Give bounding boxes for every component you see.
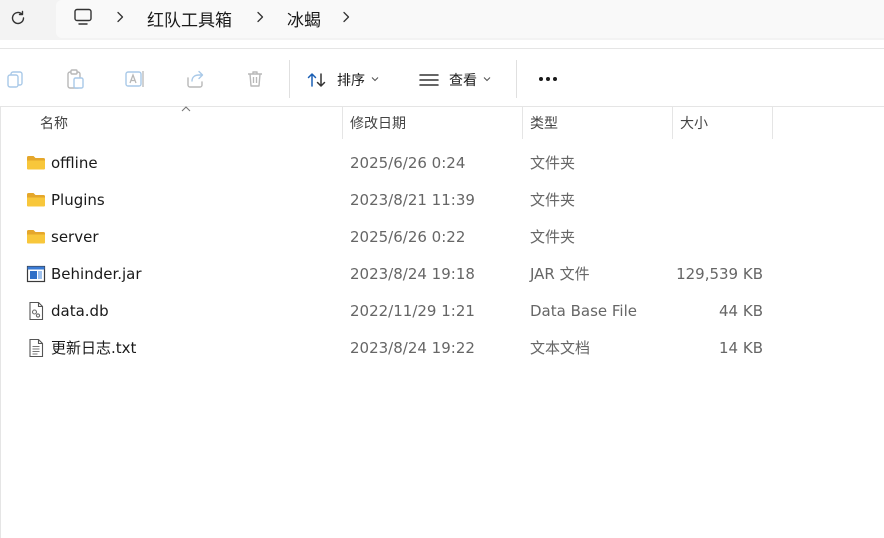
column-type[interactable]: 类型 [530, 107, 670, 139]
file-date: 2025/6/26 0:22 [350, 227, 466, 246]
file-type: 文件夹 [530, 191, 576, 209]
command-bar: 排序 查看 [0, 48, 884, 106]
db-file-icon [29, 301, 44, 321]
file-name: data.db [51, 301, 109, 320]
file-size: 14 KB [719, 338, 763, 357]
file-date: 2023/8/24 19:18 [350, 264, 475, 283]
view-button[interactable]: 查看 [418, 65, 491, 95]
column-header: 名称 修改日期 类型 大小 [0, 106, 884, 139]
toolbar-divider [289, 60, 290, 98]
file-row[interactable]: offline 2025/6/26 0:24 文件夹 [0, 144, 884, 181]
share-icon[interactable] [184, 68, 206, 90]
column-date[interactable]: 修改日期 [350, 107, 520, 139]
column-name[interactable]: 名称 [40, 107, 340, 139]
chevron-down-icon [371, 75, 379, 85]
delete-icon[interactable] [244, 68, 266, 90]
file-date: 2022/11/29 1:21 [350, 301, 475, 320]
folder-icon [27, 230, 45, 244]
file-name: server [51, 227, 99, 246]
more-options-icon[interactable] [536, 67, 560, 91]
file-name: Behinder.jar [51, 264, 142, 283]
file-name: Plugins [51, 190, 105, 209]
file-row[interactable]: Plugins 2023/8/21 11:39 文件夹 [0, 181, 884, 218]
file-size [672, 218, 763, 255]
file-row[interactable]: data.db 2022/11/29 1:21 Data Base File 4… [0, 292, 884, 329]
file-type: 文件夹 [530, 228, 576, 246]
file-type: JAR 文件 [530, 265, 590, 283]
chevron-right-icon[interactable] [114, 8, 126, 26]
breadcrumb-item[interactable]: 冰蝎 [287, 6, 321, 31]
column-date-label: 修改日期 [350, 116, 406, 132]
sort-button[interactable]: 排序 [306, 65, 379, 95]
file-type: Data Base File [530, 301, 637, 320]
file-type: 文件夹 [530, 154, 576, 172]
chevron-down-icon [483, 75, 491, 85]
toolbar-divider [516, 60, 517, 98]
file-date: 2023/8/24 19:22 [350, 338, 475, 357]
file-size [672, 144, 763, 181]
address-bar: 红队工具箱 冰蝎 [0, 0, 884, 40]
jar-file-icon [26, 265, 46, 283]
sort-icon [307, 73, 326, 87]
copy-icon[interactable] [4, 68, 26, 90]
text-file-icon [29, 338, 44, 358]
column-name-label: 名称 [40, 116, 68, 132]
file-row[interactable]: 更新日志.txt 2023/8/24 19:22 文本文档 14 KB [0, 329, 884, 366]
chevron-right-icon[interactable] [254, 8, 266, 26]
file-name: 更新日志.txt [51, 339, 137, 357]
folder-icon [27, 193, 45, 207]
column-divider[interactable] [772, 107, 773, 139]
column-divider[interactable] [522, 107, 523, 139]
file-size: 44 KB [719, 301, 763, 320]
column-divider[interactable] [672, 107, 673, 139]
folder-icon [27, 156, 45, 170]
file-row[interactable]: server 2025/6/26 0:22 文件夹 [0, 218, 884, 255]
file-name: offline [51, 153, 98, 172]
refresh-icon[interactable] [8, 8, 28, 28]
column-divider[interactable] [342, 107, 343, 139]
file-date: 2025/6/26 0:24 [350, 153, 466, 172]
paste-icon[interactable] [64, 68, 86, 90]
file-size: 129,539 KB [676, 264, 763, 283]
column-type-label: 类型 [530, 116, 558, 132]
computer-icon[interactable] [72, 6, 94, 28]
column-size[interactable]: 大小 [680, 107, 770, 139]
file-type: 文本文档 [530, 339, 591, 357]
file-size [672, 181, 763, 218]
view-list-icon [419, 74, 439, 86]
chevron-right-icon[interactable] [340, 8, 352, 26]
file-date: 2023/8/21 11:39 [350, 190, 475, 209]
breadcrumb-item[interactable]: 红队工具箱 [147, 6, 232, 31]
file-row[interactable]: Behinder.jar 2023/8/24 19:18 JAR 文件 129,… [0, 255, 884, 292]
rename-icon[interactable] [124, 68, 146, 90]
view-label: 查看 [449, 73, 477, 89]
sort-label: 排序 [337, 73, 365, 89]
column-size-label: 大小 [680, 116, 708, 132]
